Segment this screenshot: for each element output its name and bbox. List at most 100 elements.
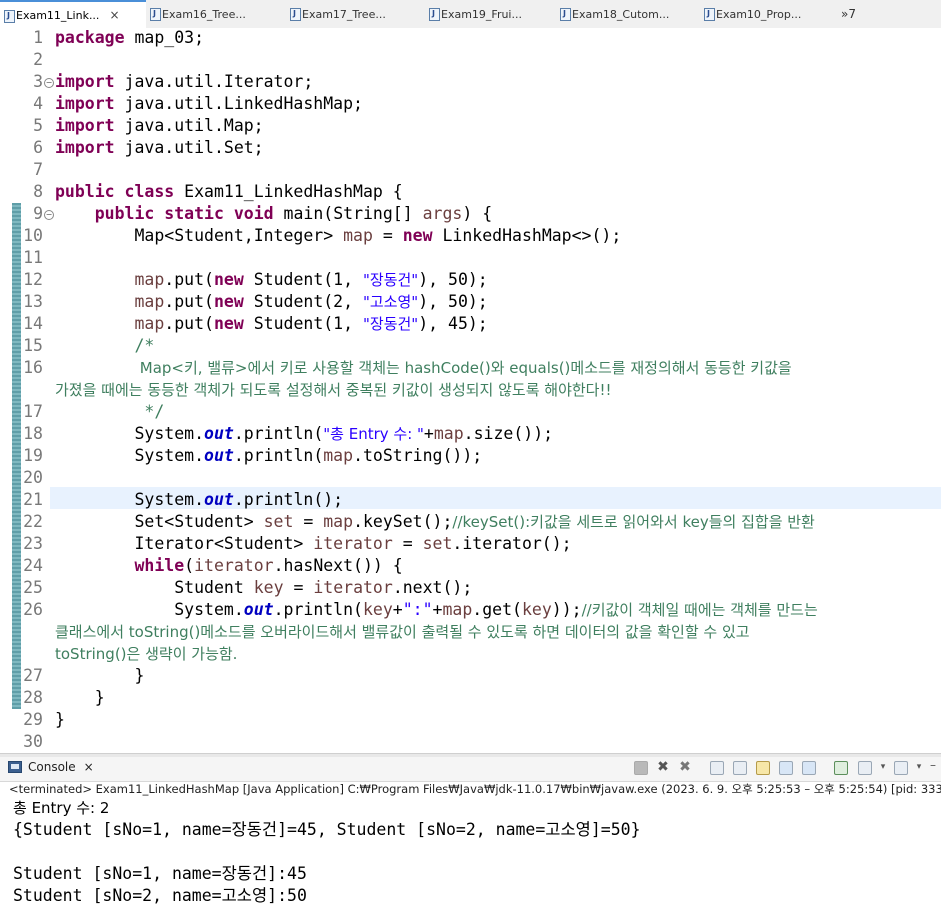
code-line-16-wrap: 가졌을 때에는 동등한 객체가 되도록 설정해서 중복된 키값이 생성되지 않도… [55,381,612,399]
close-icon[interactable]: × [109,8,119,22]
code-line-9: public static void main(String[] args) { [94,204,493,223]
java-file-icon [4,10,15,23]
line-number: 28 [23,688,43,707]
code-line-17: */ [134,402,165,421]
pin-console-icon[interactable] [834,761,848,775]
line-number: 19 [23,446,43,465]
code-line-27: } [134,666,145,685]
code-line-22: Set<Student> set = map.keySet();//keySet… [134,512,815,531]
console-toolbar: Console × ✖ ✖ ▾ ▾ – [0,757,941,782]
code-line-3: import java.util.Iterator; [55,72,314,91]
line-number: 12 [23,270,43,289]
line-number: 15 [23,336,43,355]
editor-tab-bar: Exam11_Link... × Exam16_Tree... Exam17_T… [0,0,941,29]
java-file-icon [429,8,440,21]
line-number: 21 [23,490,43,509]
tab-overflow-button[interactable]: »7 [833,0,864,28]
tab-label: Exam18_Cutom... [572,7,670,21]
code-line-18: System.out.println("총 Entry 수: "+map.siz… [134,424,554,443]
line-number: 27 [23,666,43,685]
line-number: 2 [33,50,43,69]
line-number: 5 [33,116,43,135]
line-number: 7 [33,160,43,179]
minimize-icon[interactable]: – [926,759,940,775]
code-line-25: Student key = iterator.next(); [174,578,473,597]
line-number: 4 [33,94,43,113]
console-status: <terminated> Exam11_LinkedHashMap [Java … [9,782,941,796]
show-on-stderr-icon[interactable] [802,761,816,775]
line-number: 11 [23,248,43,267]
remove-all-launches-icon[interactable]: ✖ [678,760,692,775]
code-line-8: public class Exam11_LinkedHashMap { [55,182,403,201]
line-number: 16 [23,358,43,377]
tab-exam10[interactable]: Exam10_Prop... [700,0,833,28]
java-file-icon [150,8,161,21]
tab-label: Exam19_Frui... [441,7,522,21]
code-line-26-wrap-1: 클래스에서 toString()메소드를 오버라이드해서 밸류값이 출력될 수 … [55,623,750,641]
tab-exam19[interactable]: Exam19_Frui... [425,0,556,28]
code-line-29: } [55,710,65,729]
code-line-10: Map<Student,Integer> map = new LinkedHas… [134,226,622,245]
console-output-line: {Student [sNo=1, name=장동건]=45, Student [… [13,820,641,839]
code-line-15: /* [134,336,155,355]
line-number: 8 [33,182,43,201]
line-number: 14 [23,314,43,333]
code-line-21: System.out.println(); [134,490,344,509]
line-number: 22 [23,512,43,531]
fold-toggle-icon[interactable]: − [44,210,54,220]
code-line-23: Iterator<Student> iterator = set.iterato… [134,534,572,553]
java-file-icon [560,8,571,21]
terminate-icon[interactable] [634,761,648,775]
code-editor[interactable]: 1 2 3 4 5 6 7 8 9 10 11 12 13 14 15 16 1… [0,28,941,753]
line-number: 9 [33,204,43,223]
tab-exam17[interactable]: Exam17_Tree... [286,0,425,28]
tab-exam18[interactable]: Exam18_Cutom... [556,0,700,28]
code-line-14: map.put(new Student(1, "장동건"), 45); [134,314,488,333]
code-line-13: map.put(new Student(2, "고소영"), 50); [134,292,488,311]
line-number: 13 [23,292,43,311]
tab-console[interactable]: Console × [8,760,94,774]
scroll-lock-icon[interactable] [733,761,747,775]
display-selected-console-icon[interactable] [858,761,872,775]
line-number: 6 [33,138,43,157]
console-output-line: 총 Entry 수: 2 [13,799,110,817]
line-number: 23 [23,534,43,553]
close-icon[interactable]: × [84,760,94,774]
line-number: 26 [23,600,43,619]
open-console-icon[interactable] [894,761,908,775]
tab-exam11[interactable]: Exam11_Link... × [0,0,146,28]
line-number: 17 [23,402,43,421]
tab-exam16[interactable]: Exam16_Tree... [146,0,286,28]
fold-toggle-icon[interactable]: − [44,78,54,88]
show-on-stdout-icon[interactable] [779,761,793,775]
java-file-icon [290,8,301,21]
line-number: 30 [23,732,43,751]
tab-label: Exam16_Tree... [162,7,246,21]
line-number: 24 [23,556,43,575]
line-number: 18 [23,424,43,443]
code-line-24: while(iterator.hasNext()) { [134,556,403,575]
line-number: 10 [23,226,43,245]
word-wrap-icon[interactable] [756,761,770,775]
console-tab-label: Console [28,760,76,774]
line-number: 29 [23,710,43,729]
chevron-down-icon[interactable]: ▾ [876,761,890,775]
code-line-26: System.out.println(key+":"+map.get(key))… [174,600,818,619]
code-line-1: package map_03; [55,28,205,47]
line-number: 3 [33,72,43,91]
tab-label: Exam17_Tree... [302,7,386,21]
code-line-16-comment: Map<키, 밸류>에서 키로 사용할 객체는 hashCode()와 equa… [135,359,792,377]
line-number: 20 [23,468,43,487]
clear-console-icon[interactable] [710,761,724,775]
code-line-26-wrap-2: toString()은 생략이 가능함. [55,645,238,663]
console-output-line: Student [sNo=2, name=고소영]:50 [13,886,307,905]
java-file-icon [704,8,715,21]
code-line-12: map.put(new Student(1, "장동건"), 50); [134,270,488,289]
chevron-down-icon[interactable]: ▾ [912,761,926,775]
line-number: 25 [23,578,43,597]
code-line-19: System.out.println(map.toString()); [134,446,483,465]
code-line-4: import java.util.LinkedHashMap; [55,94,363,113]
remove-launch-icon[interactable]: ✖ [656,760,670,775]
line-number: 1 [33,28,43,47]
code-line-6: import java.util.Set; [55,138,264,157]
